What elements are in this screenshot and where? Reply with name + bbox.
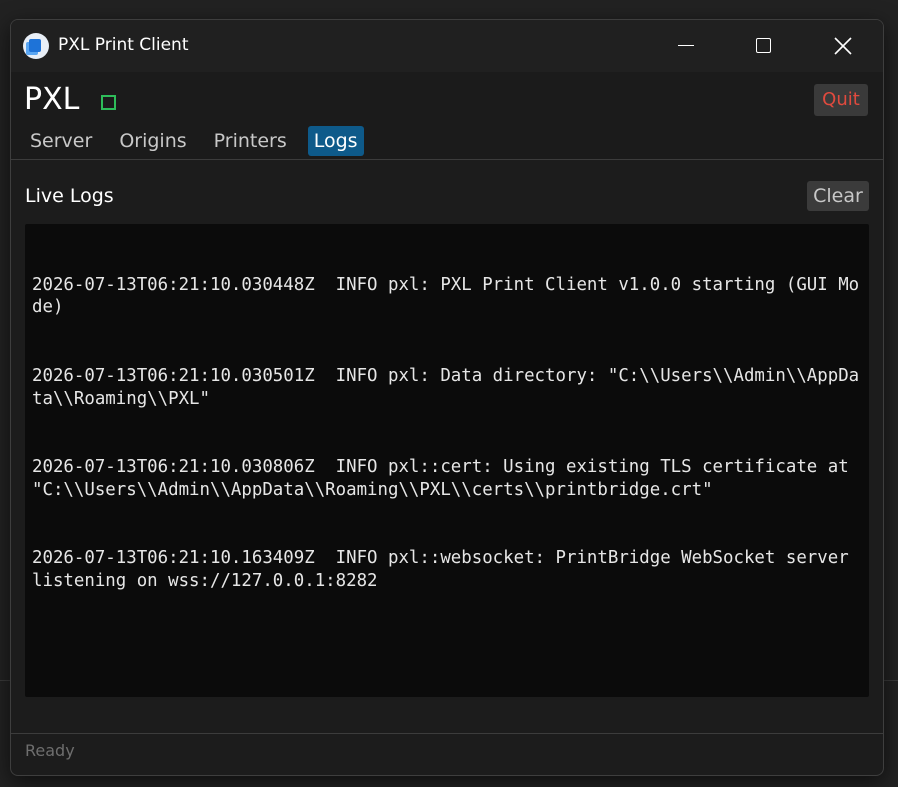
quit-button[interactable]: Quit (814, 84, 868, 116)
window-title: PXL Print Client (58, 35, 189, 55)
live-logs-heading: Live Logs (25, 185, 114, 207)
app-icon (23, 33, 49, 59)
maximize-button[interactable] (739, 20, 787, 72)
close-button[interactable] (819, 20, 867, 72)
log-line: 2026-07-13T06:21:10.030501Z INFO pxl: Da… (32, 365, 860, 409)
footer-divider (11, 733, 883, 734)
log-lines: 2026-07-13T06:21:10.030448Z INFO pxl: PX… (32, 228, 862, 638)
tab-printers[interactable]: Printers (208, 126, 293, 156)
tab-server[interactable]: Server (24, 126, 98, 156)
app-header: PXL Quit Server Origins Printers Logs (11, 72, 883, 160)
brand-title: PXL (24, 82, 80, 117)
header-divider (11, 159, 883, 160)
minimize-icon (678, 45, 694, 46)
title-bar[interactable]: PXL Print Client (11, 20, 883, 72)
log-line: 2026-07-13T06:21:10.030806Z INFO pxl::ce… (32, 456, 860, 500)
maximize-icon (756, 38, 771, 53)
tab-logs[interactable]: Logs (307, 126, 364, 156)
minimize-button[interactable] (661, 20, 709, 72)
app-icon-glyph (29, 39, 41, 52)
connection-status-indicator (101, 95, 116, 110)
status-bar-text: Ready (25, 741, 75, 760)
log-line: 2026-07-13T06:21:10.030448Z INFO pxl: PX… (32, 274, 860, 318)
app-window: PXL Print Client PXL Quit Server Origins… (10, 19, 884, 776)
tab-bar: Server Origins Printers Logs (24, 126, 379, 158)
log-output-panel[interactable]: 2026-07-13T06:21:10.030448Z INFO pxl: PX… (25, 224, 869, 697)
close-icon (834, 37, 852, 55)
clear-logs-button[interactable]: Clear (807, 181, 869, 211)
log-line: 2026-07-13T06:21:10.163409Z INFO pxl::we… (32, 548, 860, 591)
tab-origins[interactable]: Origins (113, 126, 192, 156)
